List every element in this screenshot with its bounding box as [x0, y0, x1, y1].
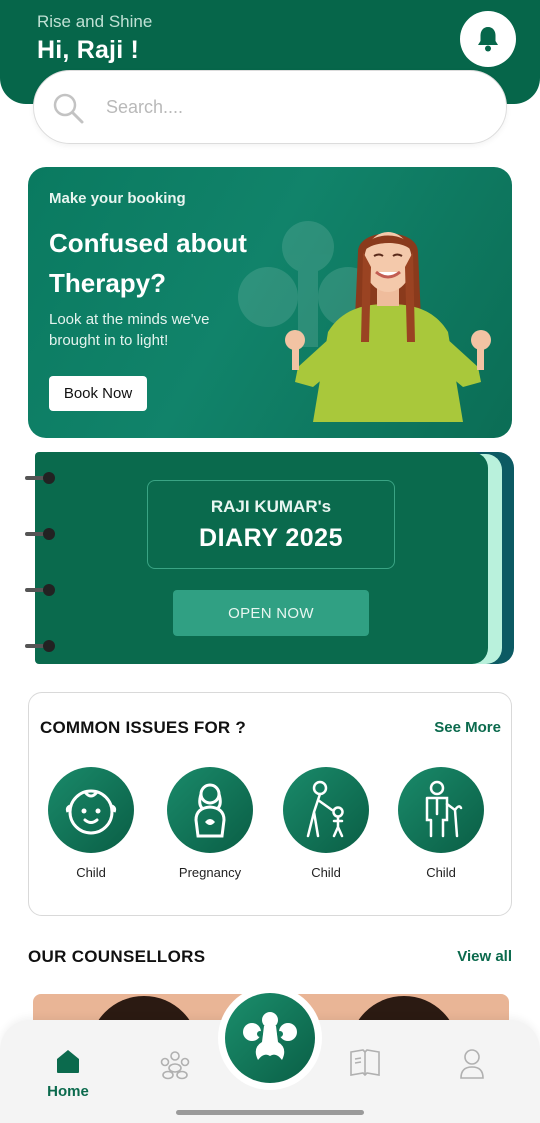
- app-logo-icon: [243, 1012, 297, 1060]
- home-indicator: [176, 1110, 364, 1115]
- diary-card: RAJI KUMAR's DIARY 2025 OPEN NOW: [25, 452, 517, 666]
- diary-title: DIARY 2025: [199, 524, 343, 552]
- issue-label: Child: [426, 865, 456, 880]
- book-now-button[interactable]: Book Now: [49, 376, 147, 411]
- binder-ring-icon: [25, 583, 57, 597]
- search-icon: [53, 93, 84, 124]
- promo-kicker: Make your booking: [49, 190, 186, 207]
- issue-item-pregnancy[interactable]: Pregnancy: [160, 767, 260, 880]
- binder-ring-icon: [25, 471, 57, 485]
- center-logo-button[interactable]: [218, 986, 322, 1090]
- nav-community[interactable]: [158, 1048, 192, 1085]
- common-issues-card: COMMON ISSUES FOR ? See More Child Pregn…: [28, 692, 512, 916]
- issue-label: Child: [311, 865, 341, 880]
- home-icon: [57, 1050, 79, 1073]
- meditating-woman-image: [285, 232, 491, 422]
- notification-button[interactable]: [460, 11, 516, 67]
- pregnancy-icon: [194, 783, 226, 838]
- promo-description: Look at the minds we've brought in to li…: [49, 311, 210, 349]
- issue-label: Pregnancy: [178, 865, 242, 880]
- parent-child-icon: [306, 780, 344, 838]
- nav-home-label: Home: [47, 1083, 89, 1100]
- search-bar[interactable]: [33, 70, 507, 144]
- binder-ring-icon: [25, 527, 57, 541]
- book-icon: [350, 1049, 380, 1077]
- bell-icon: [478, 27, 498, 52]
- counsellors-title: OUR COUNSELLORS: [28, 947, 206, 966]
- nav-journal[interactable]: [348, 1048, 382, 1083]
- diary-owner: RAJI KUMAR's: [210, 497, 332, 516]
- promo-title: Confused about Therapy?: [49, 228, 247, 298]
- open-diary-button[interactable]: OPEN NOW: [173, 590, 369, 636]
- elderly-icon: [425, 780, 463, 838]
- nav-home[interactable]: Home: [40, 1048, 96, 1100]
- issue-item-child-3[interactable]: Child: [391, 767, 491, 880]
- issues-title: COMMON ISSUES FOR ?: [40, 718, 246, 737]
- greeting-subtitle: Rise and Shine: [37, 12, 153, 31]
- greeting-title: Hi, Raji !: [37, 36, 140, 64]
- nav-profile[interactable]: [458, 1048, 486, 1085]
- issue-label: Child: [76, 865, 106, 880]
- issue-item-child[interactable]: Child: [41, 767, 141, 880]
- search-input[interactable]: [106, 89, 486, 125]
- binder-ring-icon: [25, 639, 57, 653]
- profile-icon: [460, 1049, 484, 1079]
- diary-cover: RAJI KUMAR's DIARY 2025 OPEN NOW: [35, 452, 488, 664]
- see-more-link[interactable]: See More: [434, 719, 501, 736]
- view-all-link[interactable]: View all: [457, 948, 512, 965]
- promo-banner: Make your booking Confused about Therapy…: [28, 167, 512, 438]
- diary-label-box: RAJI KUMAR's DIARY 2025: [147, 480, 395, 569]
- issue-item-child-2[interactable]: Child: [276, 767, 376, 880]
- baby-face-icon: [65, 789, 117, 835]
- community-icon: [160, 1051, 190, 1080]
